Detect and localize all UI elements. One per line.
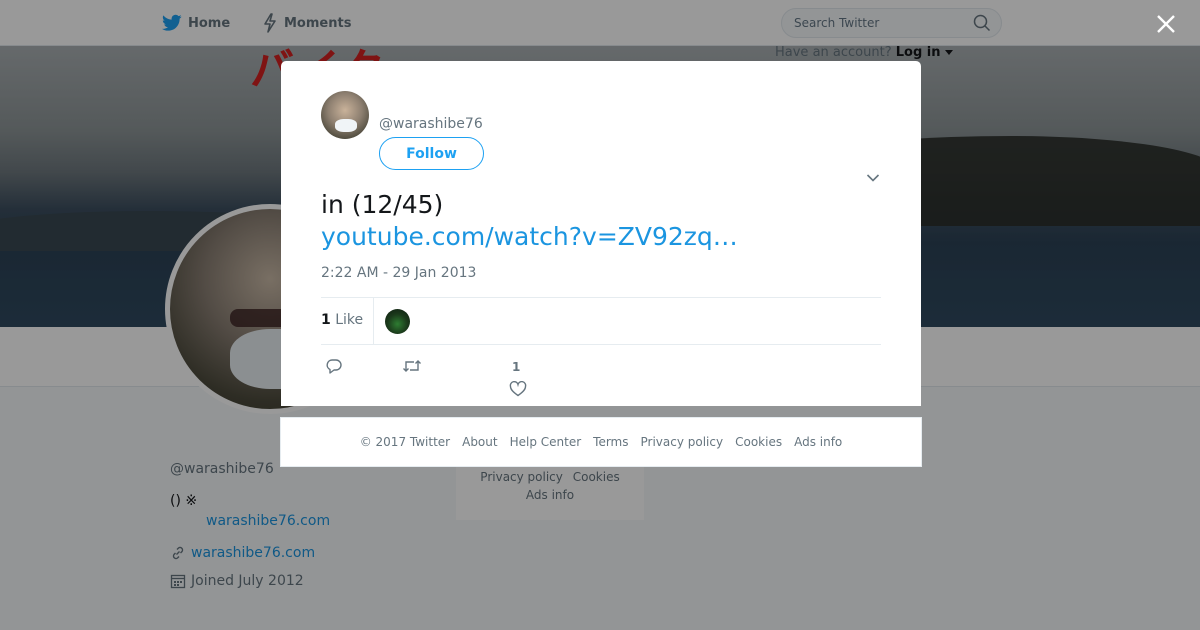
close-icon[interactable] [1154,12,1178,36]
tweet-link[interactable]: youtube.com/watch?v=ZV92zq… [321,221,738,253]
footer-privacy[interactable]: Privacy policy [641,435,724,449]
chevron-down-icon[interactable] [866,173,880,183]
likes-count[interactable]: 1 Like [321,312,363,328]
heart-icon[interactable] [509,381,527,397]
footer-copyright: © 2017 Twitter [359,435,451,449]
stats-divider [373,298,374,344]
tweet-stats: 1 Like [321,297,881,345]
like-action-count: 1 [512,360,521,374]
footer-cookies[interactable]: Cookies [735,435,782,449]
likes-count-label: Like [335,312,364,328]
tweet-author-handle[interactable]: @warashibe76 [379,116,483,132]
footer-about[interactable]: About [462,435,497,449]
footer-terms[interactable]: Terms [593,435,628,449]
tweet-author-avatar[interactable] [321,91,369,139]
likes-count-number: 1 [321,312,331,328]
modal-footer: © 2017 Twitter About Help Center Terms P… [280,417,922,467]
liker-avatar[interactable] [385,309,410,334]
tweet-avatar-mask [335,119,357,132]
follow-button[interactable]: Follow [379,137,484,170]
tweet-timestamp[interactable]: 2:22 AM - 29 Jan 2013 [321,265,476,281]
retweet-icon[interactable] [402,358,422,374]
tweet-text: in (12/45) [321,190,444,219]
reply-icon[interactable] [325,358,343,374]
footer-help-center[interactable]: Help Center [510,435,582,449]
tweet-modal: @warashibe76 Follow in (12/45) youtube.c… [281,61,921,406]
footer-ads-info[interactable]: Ads info [794,435,842,449]
